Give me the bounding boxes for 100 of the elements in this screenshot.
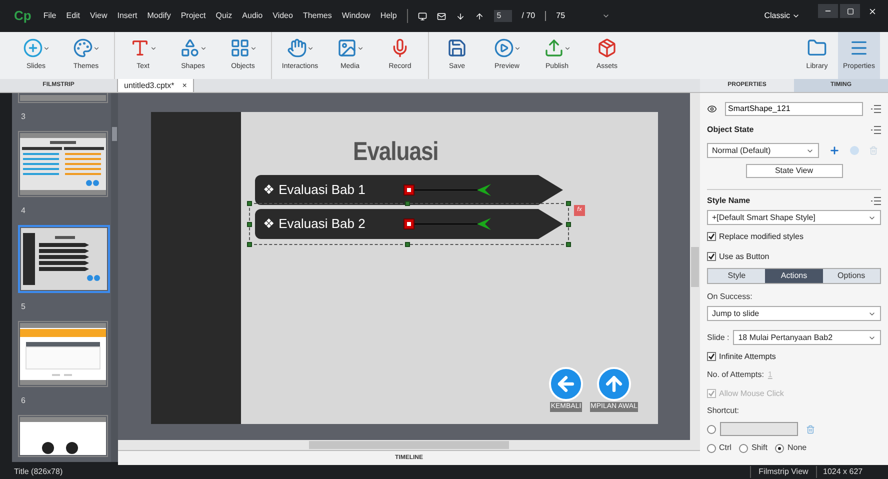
arrow-up-icon[interactable] [474,12,484,20]
arrow-up-icon [597,366,631,400]
selection-handle[interactable] [566,201,571,206]
view-mode[interactable]: Filmstrip View [750,466,816,478]
radio-label: Ctrl [719,442,732,454]
field-label: No. of Attempts: [707,369,764,381]
menu-item[interactable]: View [90,10,108,22]
slide-number: 4 [21,205,26,217]
selection-handle[interactable] [405,242,410,247]
toolbar-icon [72,38,92,58]
caret-icon [564,44,570,52]
motion-path-drawing[interactable] [403,218,493,230]
toolbar-icon [230,38,250,58]
toolbar-icon [544,38,564,58]
action-dropdown[interactable]: Jump to slide [707,306,881,321]
selection-handle[interactable] [247,201,252,206]
menu-item[interactable]: File [43,10,56,22]
menu-item[interactable]: Modify [147,10,171,22]
menu-item[interactable]: Project [180,10,206,22]
menu-item[interactable]: Insert [117,10,138,22]
toolbar-icon [494,38,514,58]
slide-total: / 70 [522,10,536,22]
radio-label: Shift [751,442,768,454]
menu-item[interactable]: Audio [242,10,263,22]
radio-button[interactable] [707,444,716,452]
caret-icon [250,44,256,52]
check-icon [708,353,715,360]
checkbox[interactable] [707,252,716,261]
selection-handle[interactable] [566,222,571,227]
zoom-caret-icon[interactable] [602,12,610,20]
section-title: Style Name [707,195,750,207]
settings-tab[interactable]: Style [708,269,766,283]
selection-handle[interactable] [247,242,252,247]
slide-number: 5 [21,301,26,313]
caret-icon [92,44,100,52]
motion-path-drawing[interactable] [403,184,493,196]
caret-icon [42,44,50,52]
radio-button[interactable] [775,444,784,452]
arrow-down-icon[interactable] [456,12,465,20]
field-label: Slide : [707,332,730,344]
radio-button[interactable] [707,424,716,434]
toolbar-icon [286,38,306,58]
style-dropdown[interactable]: +[Default Smart Shape Style] [707,210,881,225]
state-dropdown[interactable]: Normal (Default) [707,143,819,158]
check-icon [708,253,715,260]
settings-tab[interactable]: Options [822,269,880,283]
state-view-button[interactable]: State View [746,164,842,178]
scrollbar[interactable] [111,93,118,462]
menu-button[interactable]: ❖ Evaluasi Bab 2 [255,209,563,239]
caret-icon [306,44,314,52]
panel-menu-icon[interactable] [871,126,881,134]
menu-item[interactable]: Quiz [216,10,232,22]
app-logo: Cp [14,7,32,26]
shortcut-field[interactable] [720,422,798,436]
settings-tab[interactable]: Actions [765,269,823,283]
checkbox-label: Replace modified styles [719,230,804,242]
add-icon[interactable] [829,145,840,156]
radio-label: None [787,442,807,454]
arrow-left-icon [549,366,583,400]
menu-item[interactable]: Edit [66,10,80,22]
menu-item[interactable]: Window [342,10,370,22]
slide-number: 3 [21,111,26,123]
mail-icon[interactable] [436,12,446,20]
workspace-dropdown[interactable]: Classic [764,10,800,22]
menu-item[interactable]: Themes [302,10,332,22]
selection-handle[interactable] [566,242,571,247]
slide-number-field[interactable]: 5 [494,10,512,22]
slide-number: 6 [21,395,26,407]
menu-item[interactable]: Video [272,10,293,22]
tab-close-icon[interactable]: × [182,80,187,92]
check-icon [708,390,715,397]
status-text: Title (826x78) [13,466,64,478]
caret-icon [514,44,520,52]
checkbox[interactable] [707,352,716,361]
panel-menu-icon[interactable] [871,197,881,205]
toolbar-icon [22,38,42,58]
field-label: On Success: [707,291,754,303]
slide-title: Evaluasi [353,135,440,168]
menu-button[interactable]: ❖ Evaluasi Bab 1 [255,175,563,205]
toolbar-icon [336,38,356,58]
menu-item[interactable]: Help [380,10,397,22]
scrollbar[interactable] [690,93,700,440]
selection-handle[interactable] [405,201,410,206]
checkbox[interactable] [707,232,716,241]
selection-frame[interactable] [249,203,569,245]
radio-button[interactable] [739,444,748,452]
zoom-value[interactable]: 75 [556,10,592,22]
scrollbar[interactable] [118,440,700,450]
resolution-text: 1024 x 627 [816,466,888,478]
monitor-icon[interactable] [418,12,427,20]
panel-menu-icon[interactable] [871,105,881,113]
slide-dropdown[interactable]: 18 Mulai Pertanyaan Bab2 [733,330,881,345]
checkbox-label: Allow Mouse Click [719,388,784,400]
document-tab[interactable]: untitled3.cptx* × [118,79,194,92]
toolbar-icon [447,38,467,58]
field-label: Shortcut: [707,405,740,417]
eye-icon[interactable] [707,104,717,114]
selection-handle[interactable] [247,222,252,227]
maximize-button[interactable] [840,4,860,18]
name-field[interactable]: SmartShape_121 [725,102,863,116]
